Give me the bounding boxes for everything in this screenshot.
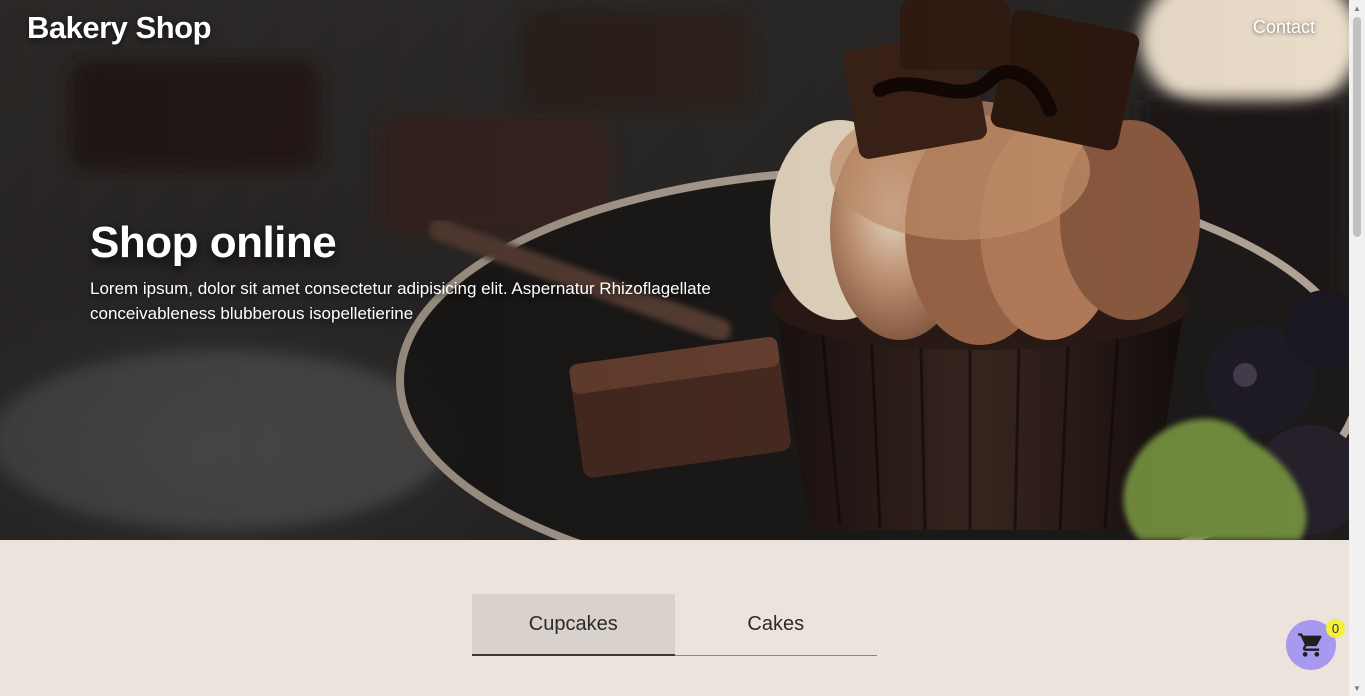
scroll-up-arrow-icon[interactable]: ▲ xyxy=(1349,0,1365,16)
tab-cupcakes[interactable]: Cupcakes xyxy=(472,594,675,656)
tab-cakes[interactable]: Cakes xyxy=(675,594,878,655)
hero-subtitle: Lorem ipsum, dolor sit amet consectetur … xyxy=(90,279,711,323)
tab-label: Cakes xyxy=(747,613,805,635)
cart-count-badge: 0 xyxy=(1326,619,1345,638)
page-scrollbar[interactable]: ▲ ▼ xyxy=(1349,0,1365,696)
scroll-thumb[interactable] xyxy=(1353,17,1361,237)
hero-overlay xyxy=(0,0,1349,540)
scroll-down-arrow-icon[interactable]: ▼ xyxy=(1349,680,1365,696)
brand-logo[interactable]: Bakery Shop xyxy=(27,10,212,46)
hero-title: Shop online xyxy=(90,218,337,267)
hero-banner: Bakery Shop Contact Shop online Lorem ip… xyxy=(0,0,1349,540)
nav-contact-link[interactable]: Contact xyxy=(1253,17,1315,38)
product-category-tabs: Cupcakes Cakes xyxy=(472,594,877,656)
cart-icon xyxy=(1298,633,1322,657)
tab-label: Cupcakes xyxy=(528,612,618,635)
